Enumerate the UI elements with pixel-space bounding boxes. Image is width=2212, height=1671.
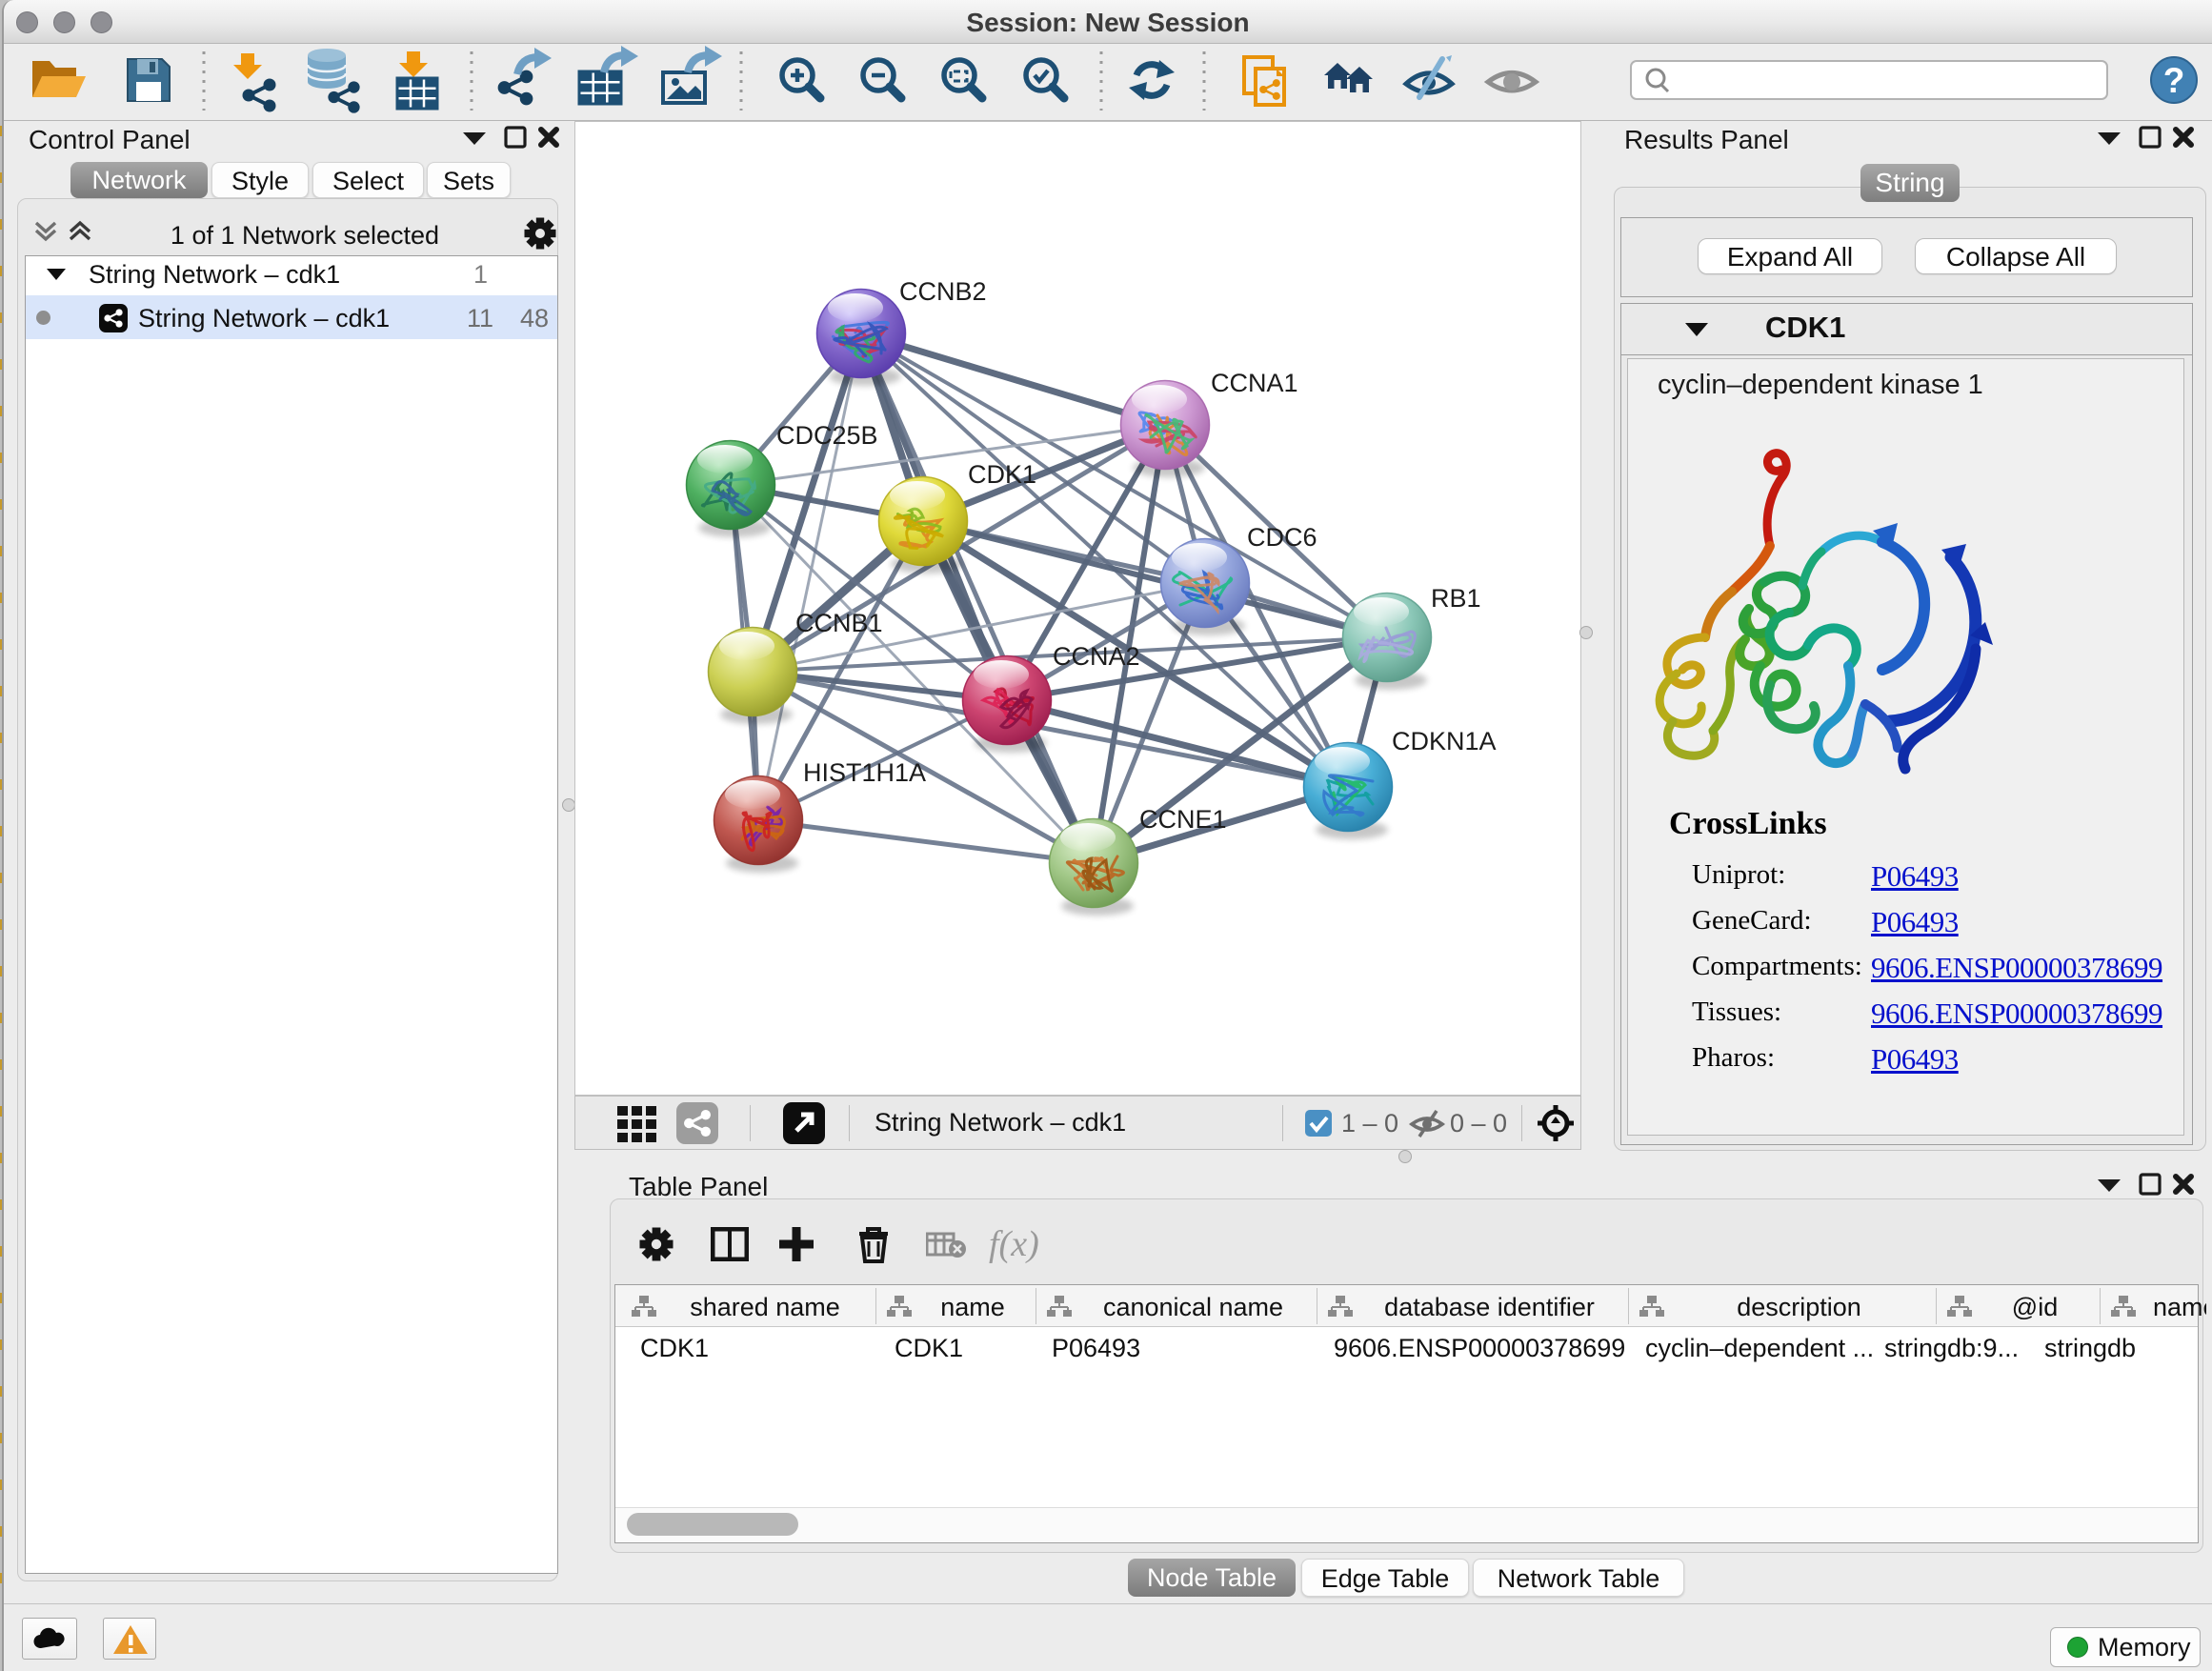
svg-text:CDKN1A: CDKN1A xyxy=(1392,727,1497,755)
svg-text:?: ? xyxy=(2163,61,2185,100)
svg-text:RB1: RB1 xyxy=(1431,584,1481,613)
svg-text:CDK1: CDK1 xyxy=(968,460,1036,489)
svg-text:CCNA1: CCNA1 xyxy=(1211,369,1298,397)
svg-text:HIST1H1A: HIST1H1A xyxy=(803,758,926,787)
svg-text:CCNA2: CCNA2 xyxy=(1053,642,1140,671)
svg-text:CDC25B: CDC25B xyxy=(776,421,878,450)
svg-text:CCNE1: CCNE1 xyxy=(1139,805,1227,834)
svg-text:CDC6: CDC6 xyxy=(1247,523,1317,552)
svg-text:CCNB1: CCNB1 xyxy=(795,609,883,637)
svg-text:CCNB2: CCNB2 xyxy=(899,277,987,306)
